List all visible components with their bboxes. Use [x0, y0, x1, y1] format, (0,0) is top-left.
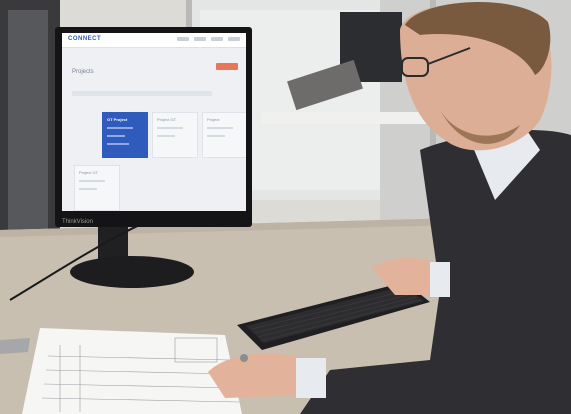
svg-text:ThinkVision: ThinkVision: [62, 219, 93, 225]
page-title: Projects: [72, 69, 94, 75]
app-logo: CONNECT: [68, 36, 102, 42]
monitor-base: [70, 256, 194, 288]
project-card: Project GT: [152, 112, 198, 158]
office-photo-scene: ThinkVision CONNECT Projects GT Project …: [0, 0, 571, 414]
project-card-title: Project: [207, 117, 220, 122]
project-card: Project GT: [74, 165, 120, 211]
new-project-button: [216, 63, 238, 70]
project-card-title: Project GT: [157, 117, 177, 122]
project-card: Project: [202, 112, 246, 158]
project-card-active: GT Project: [102, 112, 148, 158]
search-bar: [72, 91, 212, 96]
monitor-screen: CONNECT Projects GT Project Project GT P…: [62, 33, 246, 211]
screen-nav: [177, 37, 240, 41]
project-card-title: GT Project: [107, 117, 128, 122]
screen-header: CONNECT: [62, 33, 246, 48]
project-card-title: Project GT: [79, 170, 99, 175]
